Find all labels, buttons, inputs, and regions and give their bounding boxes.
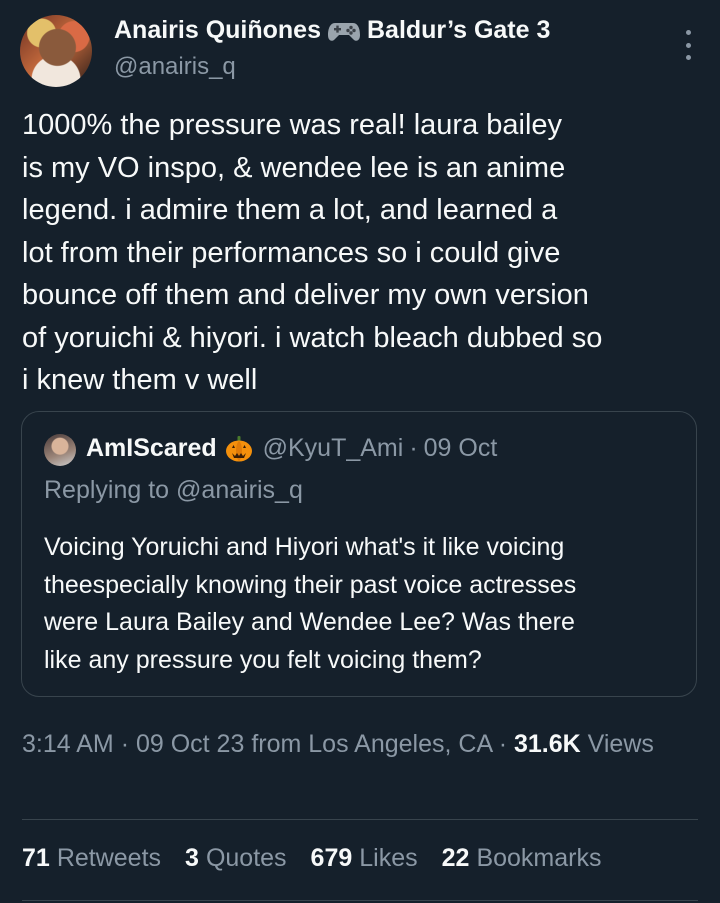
quoted-tweet[interactable]: AmIScared @KyuT_Ami · 09 Oct Replying to… [21, 411, 697, 697]
more-dot [685, 30, 691, 35]
divider [22, 819, 698, 820]
tweet-text: 1000% the pressure was real! laura baile… [22, 109, 603, 396]
more-icon[interactable] [682, 30, 694, 60]
stat-bookmarks[interactable]: 22 Bookmarks [442, 844, 602, 873]
author-name-row[interactable]: Anairis Quiñones Baldur’s Gate 3 [114, 16, 550, 45]
quotes-label: Quotes [205, 844, 287, 872]
quoted-author-name[interactable]: AmIScared [86, 434, 217, 463]
quotes-count: 3 [185, 844, 199, 872]
replying-prefix: Replying to [44, 476, 170, 504]
views-label: Views [587, 730, 654, 758]
author-handle[interactable]: @anairis_q [114, 53, 236, 81]
stat-likes[interactable]: 679 Likes [311, 844, 418, 873]
likes-count: 679 [310, 844, 353, 872]
gamepad-icon [327, 19, 361, 43]
quoted-separator: · [409, 434, 418, 462]
views-count: 31.6K [513, 730, 581, 758]
stat-quotes[interactable]: 3 Quotes [185, 844, 287, 873]
author-game-label: Baldur’s Gate 3 [366, 16, 551, 44]
quoted-header: AmIScared @KyuT_Ami · 09 Oct [86, 434, 497, 463]
pumpkin-icon [225, 435, 253, 462]
divider [22, 900, 698, 901]
replying-to-line: Replying to @anairis_q [44, 476, 303, 505]
bookmarks-label: Bookmarks [476, 844, 602, 872]
bookmarks-count: 22 [441, 844, 470, 872]
retweets-count: 71 [22, 844, 50, 872]
tweet-time[interactable]: 3:14 AM [22, 730, 114, 758]
retweets-label: Retweets [56, 844, 162, 872]
tweet-location: from Los Angeles, CA [251, 730, 492, 758]
likes-label: Likes [359, 844, 418, 872]
meta-separator: · [498, 730, 508, 758]
quoted-author-handle[interactable]: @KyuT_Ami [263, 434, 404, 463]
quoted-text: Voicing Yoruichi and Hiyori what's it li… [44, 533, 577, 674]
meta-separator: · [120, 730, 130, 758]
tweet-meta: 3:14 AM · 09 Oct 23 from Los Angeles, CA… [22, 726, 702, 764]
more-dot [685, 55, 691, 60]
author-name[interactable]: Anairis Quiñones [114, 16, 321, 45]
tweet-date[interactable]: 09 Oct 23 [136, 730, 244, 758]
engagement-stats: 71 Retweets 3 Quotes 679 Likes 22 Bookmarks [22, 844, 602, 873]
quoted-date[interactable]: 09 Oct [424, 434, 498, 463]
stat-retweets[interactable]: 71 Retweets [22, 844, 161, 873]
replying-to-handle[interactable]: @anairis_q [176, 476, 303, 504]
author-avatar[interactable] [20, 15, 92, 87]
more-dot [685, 42, 691, 48]
quoted-avatar[interactable] [44, 434, 76, 466]
